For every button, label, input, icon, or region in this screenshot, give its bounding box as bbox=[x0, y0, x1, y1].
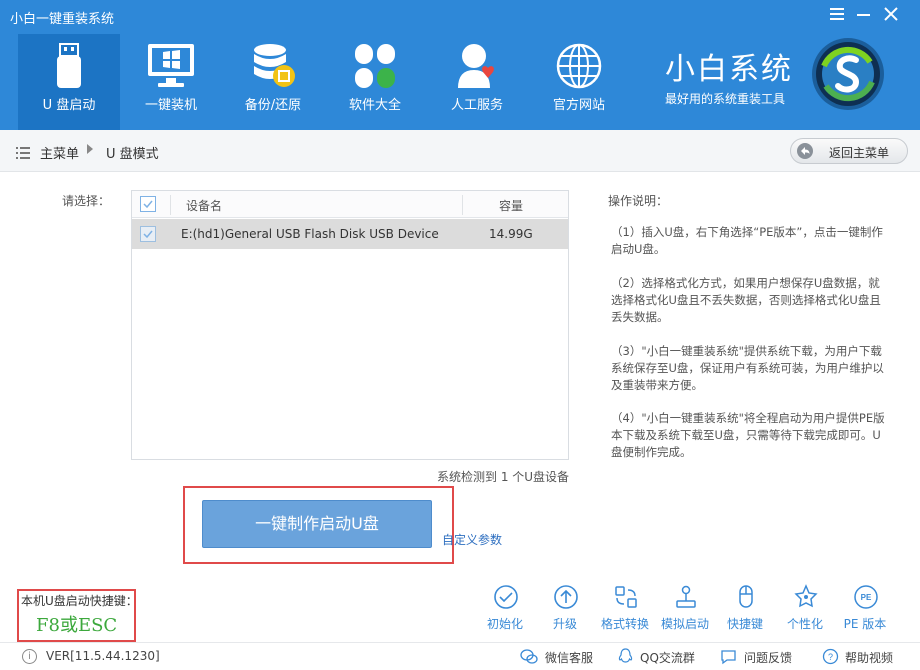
mouse-icon bbox=[733, 584, 759, 610]
footer: i VER[11.5.44.1230] 微信客服 QQ交流群 问题反馈 ? 帮助… bbox=[0, 642, 920, 670]
footer-link-help-video[interactable]: 帮助视频 bbox=[845, 649, 893, 666]
back-to-menu-button[interactable]: 返回主菜单 bbox=[790, 138, 908, 164]
joystick-icon bbox=[673, 584, 699, 610]
device-table: 设备名 容量 E:(hd1)General USB Flash Disk USB… bbox=[131, 190, 569, 460]
close-icon[interactable] bbox=[884, 6, 898, 25]
nav-website[interactable]: 官方网站 bbox=[528, 34, 630, 130]
monitor-windows-icon bbox=[146, 42, 196, 90]
make-bootable-usb-button[interactable]: 一键制作启动U盘 bbox=[202, 500, 432, 548]
column-divider bbox=[462, 195, 463, 215]
wechat-icon bbox=[520, 648, 538, 665]
detected-count: 系统检测到 1 个U盘设备 bbox=[437, 470, 570, 484]
brand-logo-icon bbox=[810, 36, 886, 112]
brand-subtitle: 最好用的系统重装工具 bbox=[665, 92, 786, 106]
minimize-icon[interactable] bbox=[857, 4, 871, 22]
check-circle-icon bbox=[493, 584, 519, 610]
nav-label: 备份/还原 bbox=[244, 98, 302, 113]
format-convert-icon bbox=[613, 584, 639, 610]
personalize-icon bbox=[793, 584, 819, 610]
instructions-title: 操作说明： bbox=[608, 194, 669, 208]
footer-link-qq-group[interactable]: QQ交流群 bbox=[640, 649, 695, 666]
svg-text:PE: PE bbox=[861, 593, 872, 602]
nav-backup-restore[interactable]: 备份/还原 bbox=[222, 34, 324, 130]
table-row[interactable]: E:(hd1)General USB Flash Disk USB Device… bbox=[132, 219, 568, 249]
footer-link-wechat[interactable]: 微信客服 bbox=[545, 649, 593, 666]
app-title: 小白一键重装系统 bbox=[10, 12, 115, 27]
back-button-label: 返回主菜单 bbox=[829, 146, 890, 160]
hotkey-value: F8或ESC bbox=[36, 615, 118, 636]
brand-title: 小白系统 bbox=[665, 52, 793, 87]
device-capacity: 14.99G bbox=[489, 227, 533, 241]
globe-icon bbox=[554, 42, 604, 90]
custom-params-link[interactable]: 自定义参数 bbox=[442, 531, 502, 548]
upgrade-arrow-icon bbox=[553, 584, 579, 610]
database-backup-icon bbox=[248, 42, 298, 90]
qq-icon bbox=[617, 648, 634, 665]
instruction-step: （3）"小白一键重装系统"提供系统下载，为用户下载系统保存至U盘，保证用户有系统… bbox=[611, 344, 884, 392]
footer-link-feedback[interactable]: 问题反馈 bbox=[744, 649, 792, 666]
feedback-icon bbox=[720, 648, 737, 665]
nav-software[interactable]: 软件大全 bbox=[324, 34, 426, 130]
tool-pe-version[interactable]: PE PE 版本 bbox=[835, 584, 895, 632]
menu-icon[interactable] bbox=[830, 6, 844, 24]
breadcrumb-separator-icon bbox=[87, 144, 93, 154]
nav-label: U 盘启动 bbox=[42, 98, 96, 113]
breadcrumb-current: U 盘模式 bbox=[106, 147, 159, 162]
nav-support[interactable]: 人工服务 bbox=[426, 34, 528, 130]
device-name: E:(hd1)General USB Flash Disk USB Device bbox=[181, 227, 439, 241]
version-text: VER[11.5.44.1230] bbox=[46, 649, 160, 663]
device-table-header: 设备名 容量 bbox=[132, 191, 568, 218]
svg-text:?: ? bbox=[828, 652, 833, 662]
support-person-icon bbox=[452, 42, 502, 90]
hotkey-label: 本机U盘启动快捷键： bbox=[21, 594, 138, 608]
column-header-name: 设备名 bbox=[186, 199, 223, 213]
instruction-step: （2）选择格式化方式，如果用户想保存U盘数据，就选择格式化U盘且不丢失数据，否则… bbox=[611, 276, 881, 324]
nav-label: 软件大全 bbox=[348, 98, 401, 113]
header: 小白一键重装系统 U 盘启动 一键装机 备份/还原 软件大全 人工服务 官方网站… bbox=[0, 0, 920, 130]
select-label: 请选择： bbox=[62, 194, 111, 208]
nav-label: 人工服务 bbox=[450, 98, 503, 113]
nav-label: 一键装机 bbox=[144, 98, 197, 113]
list-icon bbox=[16, 144, 30, 159]
apps-clover-icon bbox=[350, 42, 400, 90]
help-video-icon: ? bbox=[822, 648, 839, 665]
row-checkbox[interactable] bbox=[140, 226, 156, 242]
tool-label: PE 版本 bbox=[843, 617, 887, 631]
info-icon: i bbox=[22, 649, 37, 664]
pe-badge-icon: PE bbox=[853, 584, 879, 610]
column-header-capacity: 容量 bbox=[499, 199, 524, 213]
nav-label: 官方网站 bbox=[552, 98, 605, 113]
column-divider bbox=[170, 195, 171, 215]
usb-drive-icon bbox=[44, 42, 94, 90]
nav-usb-boot[interactable]: U 盘启动 bbox=[18, 34, 120, 130]
back-arrow-icon bbox=[797, 143, 813, 159]
breadcrumb: 主菜单 U 盘模式 返回主菜单 bbox=[0, 130, 920, 172]
breadcrumb-home[interactable]: 主菜单 bbox=[40, 143, 79, 162]
nav-one-click-install[interactable]: 一键装机 bbox=[120, 34, 222, 130]
instruction-step: （1）插入U盘，右下角选择“PE版本”，点击一键制作启动U盘。 bbox=[611, 225, 883, 256]
select-all-checkbox[interactable] bbox=[140, 196, 156, 212]
instruction-step: （4）"小白一键重装系统"将全程启动为用户提供PE版本下载及系统下载至U盘，只需… bbox=[611, 411, 885, 459]
